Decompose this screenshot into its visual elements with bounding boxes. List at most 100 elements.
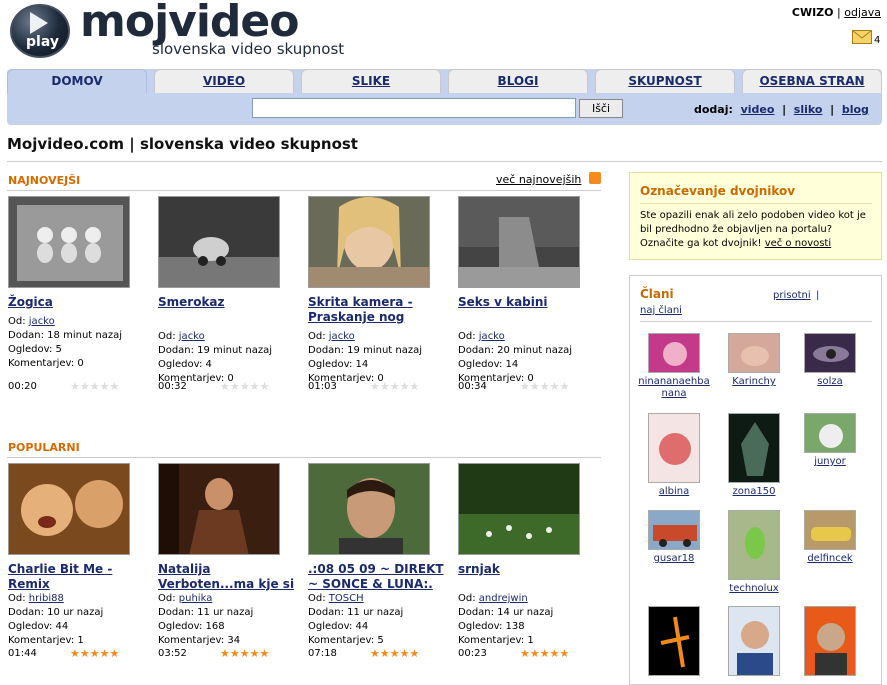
mail-icon[interactable] [852,29,872,45]
member-name[interactable]: Karinchy [716,376,792,388]
search-button[interactable]: Išči [579,99,623,118]
video-title[interactable]: Smerokaz [158,295,298,310]
video-card: Charlie Bit Me - Remix Od: hribi88 Dodan… [8,463,148,648]
video-duration: 07:18 [308,648,337,659]
rating-stars: ★★★★★ [70,380,120,393]
video-thumbnail[interactable] [308,196,430,288]
member-avatar[interactable] [728,606,780,676]
member-name[interactable]: gusar18 [636,553,712,565]
member-avatar[interactable] [648,333,700,373]
tab-blogi[interactable]: BLOGI [448,69,588,93]
member-name[interactable]: junyor [792,456,868,468]
video-title[interactable]: Charlie Bit Me - Remix [8,562,148,592]
video-thumbnail[interactable] [308,463,430,555]
video-title[interactable]: srnjak [458,562,598,577]
add-video-link[interactable]: video [741,103,775,116]
member-name[interactable]: solza [792,376,868,388]
member-item: gusar18 [636,510,712,565]
top-members-link[interactable]: naj člani [640,305,682,316]
tab-domov[interactable]: DOMOV [7,69,147,93]
video-thumbnail[interactable] [8,196,130,288]
video-title[interactable]: Skrita kamera - Praskanje nog [308,295,448,325]
video-title[interactable]: .:08 05 09 ~ DIREKT ~ SONCE & LUNA:. [308,562,448,592]
video-duration: 00:23 [458,648,487,659]
video-author[interactable]: jacko [29,316,55,327]
member-name[interactable]: albina [636,486,712,498]
rss-icon[interactable] [589,172,601,184]
member-item [716,606,792,676]
tab-osebna-stran[interactable]: OSEBNA STRAN [742,69,882,93]
popular-heading: POPULARNI [8,441,80,454]
video-author[interactable]: TOSCH [329,593,364,604]
member-avatar[interactable] [728,413,780,483]
video-thumbnail[interactable] [158,463,280,555]
member-avatar[interactable] [648,606,700,676]
member-avatar[interactable] [728,510,780,580]
video-thumbnail[interactable] [8,463,130,555]
video-card: Seks v kabini Od: jacko Dodan: 20 minut … [458,196,598,386]
video-title[interactable]: Seks v kabini [458,295,598,310]
video-card: Žogica Od: jacko Dodan: 18 minut nazaj O… [8,196,148,371]
tab-video[interactable]: VIDEO [154,69,294,93]
tab-skupnost[interactable]: SKUPNOST [595,69,735,93]
member-name[interactable]: technolux [716,583,792,595]
video-author[interactable]: jacko [329,331,355,342]
video-thumbnail[interactable] [458,463,580,555]
video-author[interactable]: jacko [179,331,205,342]
member-avatar[interactable] [804,413,856,453]
member-name[interactable]: ninananaehbanana [636,376,712,400]
member-item: Karinchy [716,333,792,388]
video-author[interactable]: andrejwin [479,593,528,604]
video-author[interactable]: jacko [479,331,505,342]
video-card: srnjak Od: andrejwin Dodan: 14 ur nazaj … [458,463,598,648]
site-logo[interactable]: play mojvideo slovenska video skupnost [8,0,378,60]
member-avatar[interactable] [804,510,856,550]
members-panel: Člani prisotni | naj člani ninananaehban… [629,275,882,685]
video-title[interactable]: Žogica [8,295,148,310]
member-avatar[interactable] [804,333,856,373]
notice-more-link[interactable]: več o novosti [765,238,831,249]
page-title: Mojvideo.com | slovenska video skupnost [7,135,358,153]
video-duration: 00:20 [8,381,37,392]
video-duration: 00:32 [158,381,187,392]
rating-stars: ★★★★★ [370,380,420,393]
video-thumbnail[interactable] [458,196,580,288]
video-thumbnail[interactable] [158,196,280,288]
member-avatar[interactable] [804,606,856,676]
newest-heading: NAJNOVEJŠI [8,174,81,187]
add-image-link[interactable]: sliko [794,103,823,116]
member-item: solza [792,333,868,388]
rating-stars: ★★★★★ [520,380,570,393]
tab-slike[interactable]: SLIKE [301,69,441,93]
member-avatar[interactable] [648,510,700,550]
video-duration: 00:34 [458,381,487,392]
member-name[interactable]: zona150 [716,486,792,498]
members-present-link[interactable]: prisotni [773,290,811,301]
notice-title: Označevanje dvojnikov [640,184,796,198]
video-card: Skrita kamera - Praskanje nog Od: jacko … [308,196,448,386]
username: CWIZO [791,6,834,19]
more-newest-link[interactable]: več najnovejših [496,173,581,186]
rating-stars: ★★★★★ [520,647,570,660]
member-item: technolux [716,510,792,595]
member-avatar[interactable] [728,333,780,373]
add-blog-link[interactable]: blog [842,103,869,116]
video-duration: 03:52 [158,648,187,659]
play-logo-icon: play [10,4,70,58]
rating-stars: ★★★★★ [220,647,270,660]
logout-link[interactable]: odjava [844,6,881,19]
search-input[interactable] [252,98,576,118]
rating-stars: ★★★★★ [70,647,120,660]
member-item [636,606,712,676]
member-name[interactable]: delfincek [792,553,868,565]
divider [7,457,601,458]
brand-tagline: slovenska video skupnost [152,40,345,58]
member-avatar[interactable] [648,413,700,483]
video-title[interactable]: Natalija Verboten...ma kje si [158,562,298,592]
divider [7,161,882,162]
video-author[interactable]: hribi88 [29,593,64,604]
video-author[interactable]: puhika [179,593,213,604]
member-item [792,606,868,676]
member-item: zona150 [716,413,792,498]
mail-count: 4 [874,35,881,46]
